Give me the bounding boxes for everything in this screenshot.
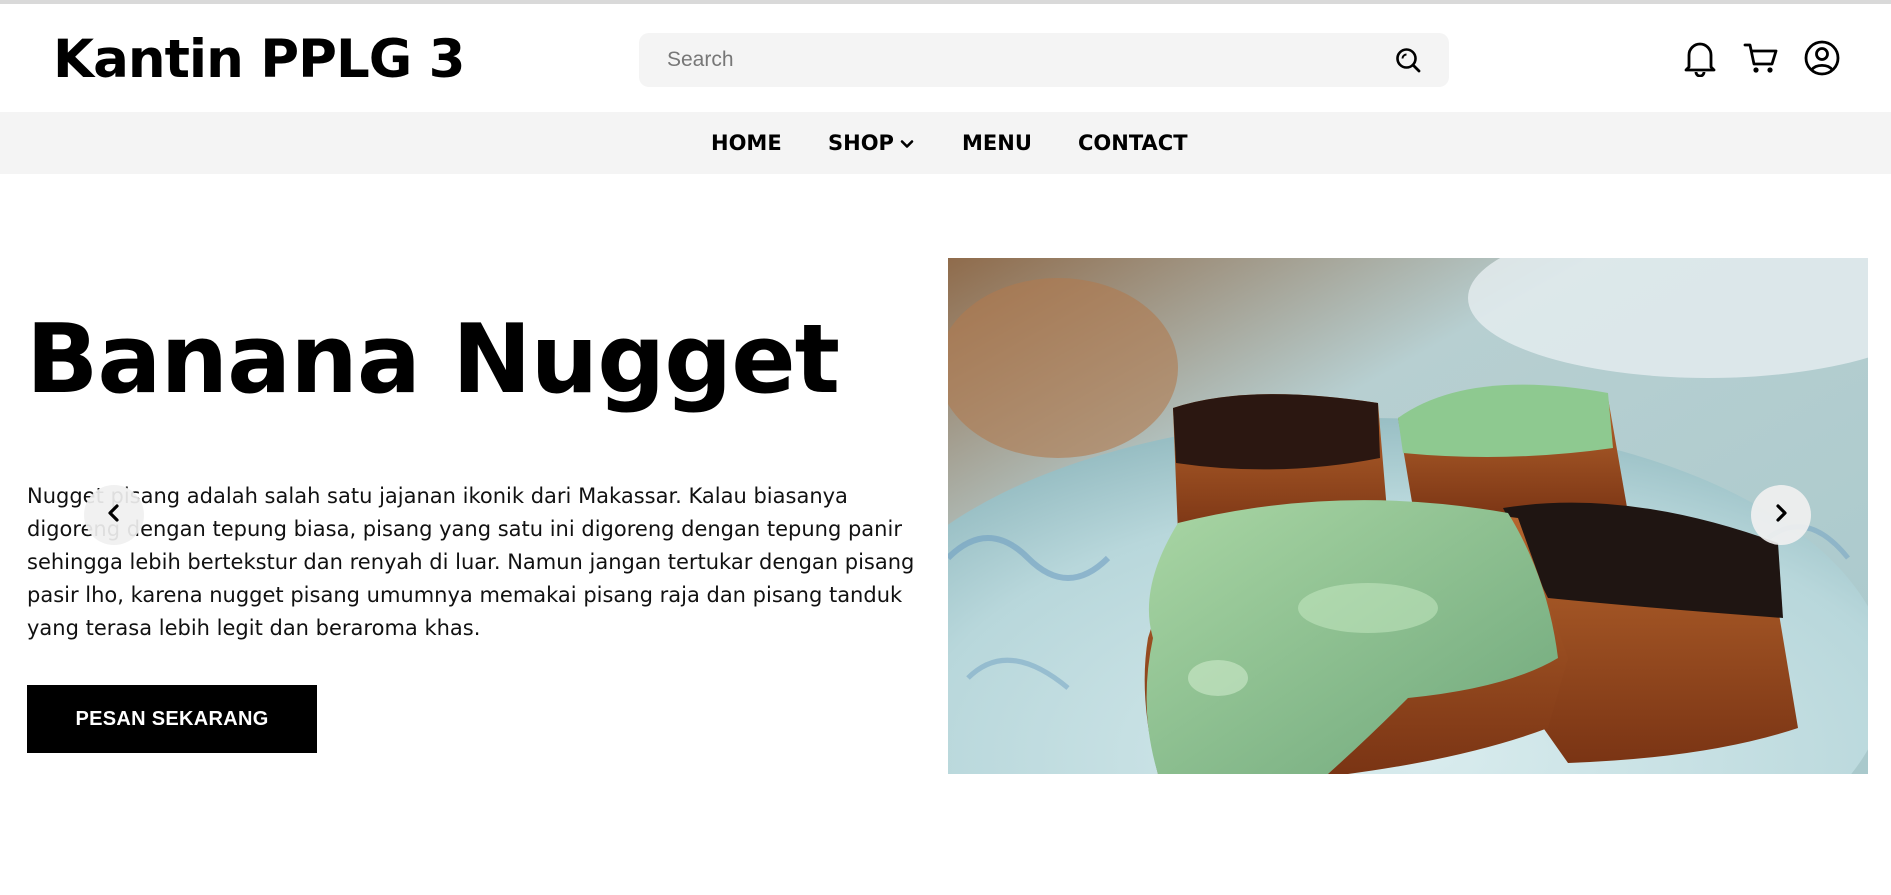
nav-item-shop[interactable]: SHOP bbox=[828, 112, 914, 174]
hero-title: Banana Nugget bbox=[26, 305, 840, 415]
chevron-right-icon bbox=[1771, 503, 1791, 527]
nav-item-menu[interactable]: MENU bbox=[962, 112, 1032, 174]
user-icon[interactable] bbox=[1803, 38, 1841, 78]
search-input[interactable] bbox=[665, 33, 1385, 87]
site-header: Kantin PPLG 3 bbox=[0, 4, 1891, 112]
cart-icon[interactable] bbox=[1742, 38, 1780, 78]
search-bar bbox=[639, 33, 1449, 87]
hero-description: Nugget pisang adalah salah satu jajanan … bbox=[27, 484, 915, 640]
chevron-left-icon bbox=[104, 503, 124, 527]
order-now-button[interactable]: PESAN SEKARANG bbox=[27, 685, 317, 753]
search-icon[interactable] bbox=[1393, 45, 1423, 75]
chevron-down-icon bbox=[900, 113, 914, 175]
bell-icon[interactable] bbox=[1681, 38, 1719, 78]
carousel-prev-button[interactable] bbox=[84, 485, 144, 545]
carousel-next-button[interactable] bbox=[1751, 485, 1811, 545]
nav-item-contact[interactable]: CONTACT bbox=[1078, 112, 1188, 174]
brand-logo[interactable]: Kantin PPLG 3 bbox=[53, 26, 466, 94]
banana-nugget-photo bbox=[948, 258, 1868, 774]
main-nav: HOME SHOP MENU CONTACT bbox=[0, 112, 1891, 174]
nav-item-home[interactable]: HOME bbox=[711, 112, 782, 174]
nav-item-shop-label: SHOP bbox=[828, 131, 894, 155]
